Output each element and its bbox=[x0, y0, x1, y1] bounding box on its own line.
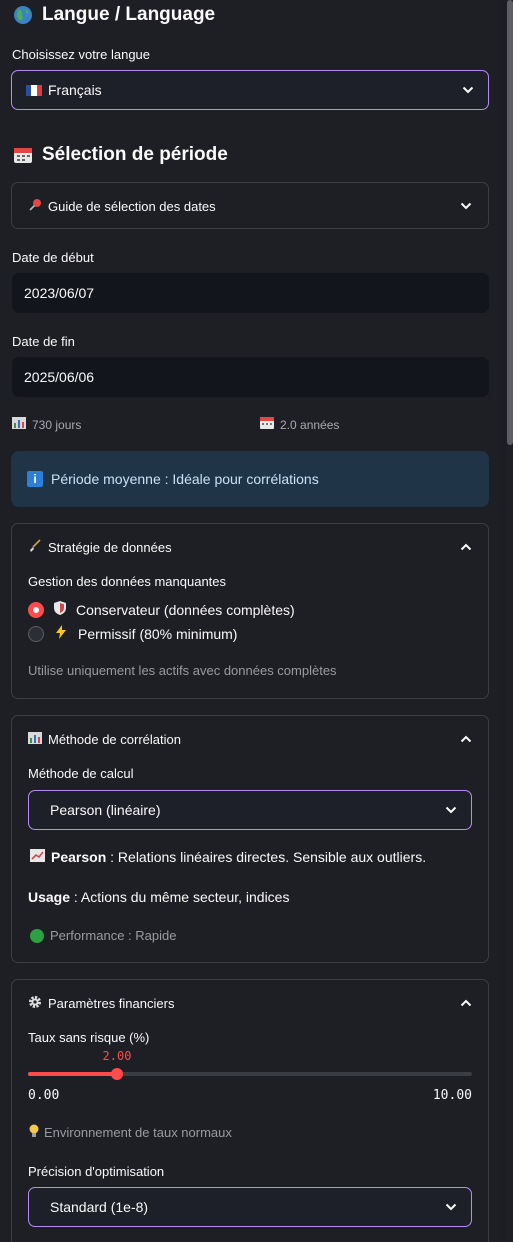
days-metric: 730 jours bbox=[12, 417, 81, 432]
info-icon: i bbox=[27, 471, 43, 487]
correlation-method-select[interactable]: Pearson (linéaire) bbox=[28, 790, 472, 830]
correlation-expander: Méthode de corrélation bbox=[11, 715, 489, 963]
precision-label: Précision d'optimisation bbox=[28, 1164, 165, 1179]
date-guide-expander[interactable]: Guide de sélection des dates bbox=[11, 182, 489, 229]
period-info-box: i Période moyenne : Idéale pour corrélat… bbox=[11, 451, 489, 507]
strategy-caption: Utilise uniquement les actifs avec donné… bbox=[28, 663, 337, 678]
strategy-title: Stratégie de données bbox=[48, 539, 172, 555]
bar-chart-icon bbox=[28, 731, 42, 747]
radio-permissive-label: Permissif (80% minimum) bbox=[78, 625, 238, 642]
calc-method-label: Méthode de calcul bbox=[28, 766, 134, 781]
broom-icon bbox=[28, 538, 42, 556]
years-value: 2.0 années bbox=[280, 417, 340, 432]
years-metric: 2.0 années bbox=[260, 417, 339, 432]
lightbulb-icon bbox=[28, 1124, 40, 1141]
days-value: 730 jours bbox=[32, 417, 82, 432]
calendar-icon bbox=[12, 144, 34, 166]
globe-icon bbox=[12, 4, 34, 26]
usage-text: : Actions du même secteur, indices bbox=[73, 889, 290, 905]
end-date-input[interactable]: 2025/06/06 bbox=[12, 357, 489, 397]
correlation-method-value: Pearson (linéaire) bbox=[50, 802, 161, 818]
language-selected-value: Français bbox=[48, 82, 102, 98]
chevron-up-icon bbox=[460, 733, 472, 745]
chevron-down-icon bbox=[445, 1201, 457, 1213]
correlation-title: Méthode de corrélation bbox=[48, 731, 181, 747]
financial-expander-header[interactable]: Paramètres financiers bbox=[12, 980, 488, 1026]
pushpin-icon bbox=[28, 198, 42, 215]
slider-thumb[interactable] bbox=[111, 1068, 123, 1080]
period-heading: Sélection de période bbox=[12, 144, 228, 166]
chevron-down-icon bbox=[460, 200, 472, 212]
language-heading: Langue / Language bbox=[12, 4, 215, 26]
rate-env-caption: Environnement de taux normaux bbox=[28, 1124, 232, 1141]
correlation-expander-header[interactable]: Méthode de corrélation bbox=[12, 716, 488, 762]
precision-value: Standard (1e-8) bbox=[50, 1199, 149, 1215]
slider-current-value: 2.00 bbox=[102, 1049, 132, 1063]
radio-conservative[interactable]: Conservateur (données complètes) bbox=[28, 601, 295, 618]
french-flag-icon bbox=[26, 84, 42, 96]
calendar-icon bbox=[260, 417, 274, 432]
chevron-down-icon bbox=[462, 84, 474, 96]
shield-icon bbox=[54, 601, 66, 618]
slider-max-label: 10.00 bbox=[432, 1088, 472, 1103]
green-circle-icon bbox=[30, 928, 44, 943]
radio-selected-indicator[interactable] bbox=[28, 601, 44, 618]
usage-bold: Usage bbox=[28, 889, 71, 905]
trend-chart-icon bbox=[30, 849, 45, 865]
pearson-bold: Pearson bbox=[51, 849, 107, 865]
period-heading-text: Sélection de période bbox=[42, 144, 228, 165]
missing-data-label: Gestion des données manquantes bbox=[28, 574, 227, 589]
chevron-up-icon bbox=[460, 541, 472, 553]
gear-icon bbox=[28, 995, 42, 1012]
financial-title: Paramètres financiers bbox=[48, 995, 175, 1011]
scrollbar-thumb[interactable] bbox=[507, 0, 513, 445]
pearson-desc-text: : Relations linéaires directes. Sensible… bbox=[110, 849, 427, 865]
risk-free-label: Taux sans risque (%) bbox=[28, 1030, 150, 1045]
language-select[interactable]: Français bbox=[11, 70, 489, 110]
usage-line: Usage : Actions du même secteur, indices bbox=[28, 889, 289, 905]
radio-conservative-label: Conservateur (données complètes) bbox=[76, 601, 295, 618]
start-date-value: 2023/06/07 bbox=[24, 285, 95, 301]
radio-permissive[interactable]: Permissif (80% minimum) bbox=[28, 625, 237, 642]
radio-unselected-indicator[interactable] bbox=[28, 625, 44, 642]
chevron-up-icon bbox=[460, 997, 472, 1009]
slider-fill bbox=[28, 1072, 117, 1076]
slider-min-label: 0.00 bbox=[28, 1088, 60, 1103]
date-guide-title: Guide de sélection des dates bbox=[48, 198, 216, 214]
rate-env-text: Environnement de taux normaux bbox=[44, 1125, 232, 1140]
performance-text: Performance : Rapide bbox=[50, 928, 177, 943]
language-select-label: Choisissez votre langue bbox=[12, 47, 151, 62]
language-heading-text: Langue / Language bbox=[42, 4, 216, 25]
precision-select[interactable]: Standard (1e-8) bbox=[28, 1187, 472, 1227]
start-date-input[interactable]: 2023/06/07 bbox=[12, 273, 489, 313]
bar-chart-icon bbox=[12, 417, 26, 432]
strategy-expander-header[interactable]: Stratégie de données bbox=[12, 524, 488, 570]
end-date-label: Date de fin bbox=[12, 334, 75, 349]
risk-free-slider[interactable]: 2.00 bbox=[28, 1048, 472, 1088]
start-date-label: Date de début bbox=[12, 250, 94, 265]
lightning-icon bbox=[54, 625, 68, 642]
end-date-value: 2025/06/06 bbox=[24, 369, 95, 385]
performance-caption: Performance : Rapide bbox=[30, 928, 176, 943]
pearson-description: Pearson : Relations linéaires directes. … bbox=[30, 849, 426, 865]
period-info-text: Période moyenne : Idéale pour corrélatio… bbox=[51, 471, 319, 487]
chevron-down-icon bbox=[445, 804, 457, 816]
